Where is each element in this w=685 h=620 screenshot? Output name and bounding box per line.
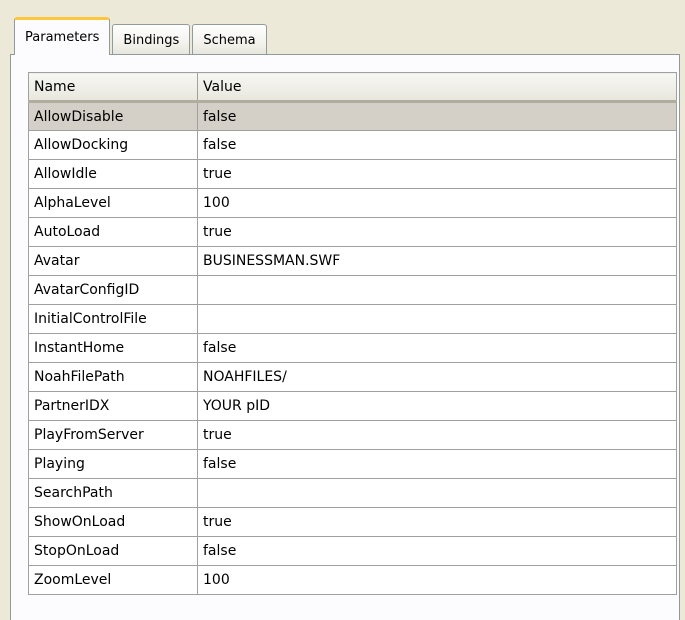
param-value[interactable] — [197, 478, 677, 508]
param-name[interactable]: PlayFromServer — [28, 420, 198, 450]
param-value[interactable]: false — [197, 536, 677, 566]
param-value[interactable]: false — [197, 101, 677, 131]
table-row[interactable]: SearchPath — [28, 478, 677, 508]
param-value[interactable]: 100 — [197, 188, 677, 218]
param-name[interactable]: ShowOnLoad — [28, 507, 198, 537]
param-name[interactable]: AllowIdle — [28, 159, 198, 189]
param-value[interactable]: true — [197, 420, 677, 450]
table-row[interactable]: AlphaLevel 100 — [28, 188, 677, 218]
grid-header-row: Name Value — [28, 72, 677, 103]
table-row[interactable]: StopOnLoad false — [28, 536, 677, 566]
table-row[interactable]: AllowIdle true — [28, 159, 677, 189]
param-value[interactable] — [197, 304, 677, 334]
column-header-value[interactable]: Value — [197, 72, 677, 103]
param-name[interactable]: SearchPath — [28, 478, 198, 508]
column-header-name[interactable]: Name — [28, 72, 198, 103]
table-row[interactable]: ShowOnLoad true — [28, 507, 677, 537]
table-row[interactable]: AllowDisable false — [28, 101, 677, 131]
parameters-grid: Name Value AllowDisable false AllowDocki… — [28, 72, 677, 595]
param-name[interactable]: InstantHome — [28, 333, 198, 363]
table-row[interactable]: Playing false — [28, 449, 677, 479]
param-value[interactable]: true — [197, 159, 677, 189]
table-row[interactable]: ZoomLevel 100 — [28, 565, 677, 595]
param-value[interactable]: false — [197, 449, 677, 479]
param-value[interactable]: false — [197, 333, 677, 363]
tab-parameters[interactable]: Parameters — [14, 17, 111, 55]
param-name[interactable]: PartnerIDX — [28, 391, 198, 421]
param-value[interactable]: BUSINESSMAN.SWF — [197, 246, 677, 276]
param-name[interactable]: Avatar — [28, 246, 198, 276]
table-row[interactable]: PartnerIDX YOUR pID — [28, 391, 677, 421]
param-name[interactable]: AllowDocking — [28, 130, 198, 160]
param-value[interactable]: 100 — [197, 565, 677, 595]
properties-window: Parameters Bindings Schema Name Value Al… — [0, 0, 685, 620]
table-row[interactable]: InitialControlFile — [28, 304, 677, 334]
table-row[interactable]: AllowDocking false — [28, 130, 677, 160]
tab-schema[interactable]: Schema — [192, 24, 267, 55]
param-value[interactable]: true — [197, 217, 677, 247]
param-value[interactable]: true — [197, 507, 677, 537]
table-row[interactable]: Avatar BUSINESSMAN.SWF — [28, 246, 677, 276]
param-name[interactable]: NoahFilePath — [28, 362, 198, 392]
table-row[interactable]: AutoLoad true — [28, 217, 677, 247]
param-value[interactable] — [197, 275, 677, 305]
tab-strip: Parameters Bindings Schema — [14, 17, 269, 55]
param-name[interactable]: AvatarConfigID — [28, 275, 198, 305]
param-name[interactable]: StopOnLoad — [28, 536, 198, 566]
table-row[interactable]: PlayFromServer true — [28, 420, 677, 450]
tab-bindings[interactable]: Bindings — [112, 24, 191, 55]
param-name[interactable]: AllowDisable — [28, 101, 198, 131]
param-name[interactable]: Playing — [28, 449, 198, 479]
param-value[interactable]: false — [197, 130, 677, 160]
param-name[interactable]: AutoLoad — [28, 217, 198, 247]
param-value[interactable]: YOUR pID — [197, 391, 677, 421]
table-row[interactable]: NoahFilePath NOAHFILES/ — [28, 362, 677, 392]
tab-panel-parameters: Name Value AllowDisable false AllowDocki… — [10, 54, 680, 620]
table-row[interactable]: InstantHome false — [28, 333, 677, 363]
table-row[interactable]: AvatarConfigID — [28, 275, 677, 305]
param-name[interactable]: ZoomLevel — [28, 565, 198, 595]
param-name[interactable]: InitialControlFile — [28, 304, 198, 334]
param-name[interactable]: AlphaLevel — [28, 188, 198, 218]
param-value[interactable]: NOAHFILES/ — [197, 362, 677, 392]
